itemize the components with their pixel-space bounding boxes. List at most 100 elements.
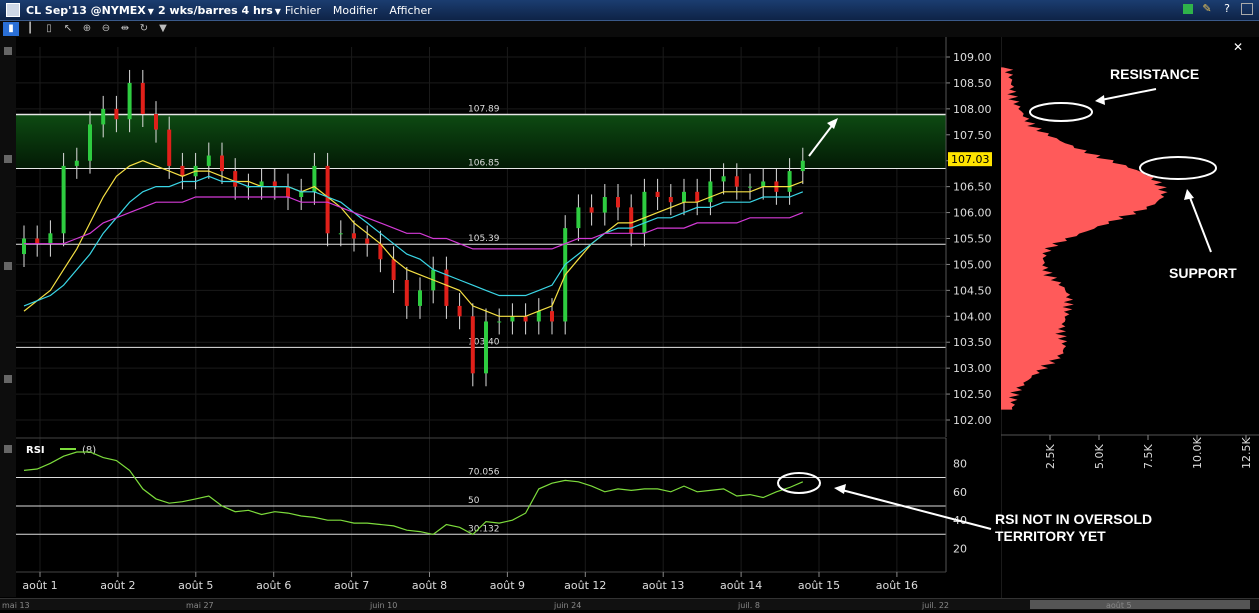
candle-body: [140, 82, 145, 115]
candle-body: [286, 186, 290, 198]
zoom-out-icon[interactable]: ⊖: [98, 22, 114, 36]
app-icon[interactable]: [6, 3, 20, 17]
candle-body: [272, 181, 277, 187]
candle-body: [550, 311, 554, 322]
current-price-tag: 107.03: [948, 152, 992, 167]
date-label: août 2: [100, 579, 135, 592]
price-tick-label: 106.50: [953, 181, 992, 194]
candle-body: [748, 186, 752, 188]
chevron-down-icon: ▼: [274, 6, 281, 16]
candle-body: [470, 316, 475, 374]
candle-body: [154, 114, 158, 130]
chart-type-icon[interactable]: ▮: [3, 22, 19, 36]
candle-body: [616, 197, 620, 208]
overview-bar[interactable]: mai 13 mai 27 juin 10 juin 24 juil. 8 juil. 2…: [0, 598, 1259, 610]
rsi-tick-label: 20: [953, 543, 967, 556]
candle-body: [655, 191, 660, 198]
price-tick-label: 104.00: [953, 310, 992, 323]
refresh-icon[interactable]: ↻: [136, 22, 152, 36]
main-chart[interactable]: 107.89 106.85 105.39 103.40 109.00108.50…: [16, 37, 1000, 598]
split-handle-icon[interactable]: [4, 262, 12, 270]
menu-item-modifier[interactable]: Modifier: [333, 4, 377, 17]
candle-body: [602, 197, 607, 213]
candle-body: [338, 233, 343, 235]
candle-body: [800, 160, 805, 172]
candle-body: [365, 238, 370, 244]
candle-body: [180, 165, 185, 177]
chevron-down-icon: ▼: [147, 6, 154, 16]
profile-tick-label: 12.5K: [1240, 437, 1253, 469]
candle-body: [761, 181, 766, 187]
period-label: 2 wks/barres 4 hrs: [157, 3, 273, 17]
rsi-upper-label: 70.056: [468, 467, 500, 477]
price-tick-label: 102.50: [953, 388, 992, 401]
pin-icon[interactable]: ✎: [1201, 2, 1213, 16]
scroll-up-icon[interactable]: [4, 47, 12, 55]
candle-body: [708, 181, 713, 203]
date-label: août 9: [490, 579, 525, 592]
candle-body: [167, 129, 172, 166]
pan-icon[interactable]: ⇹: [117, 22, 133, 36]
more-icon[interactable]: ▼: [155, 22, 171, 36]
help-icon[interactable]: ?: [1221, 2, 1233, 16]
price-tick-label: 109.00: [953, 51, 992, 64]
candle-body: [668, 197, 673, 203]
rsi-note-line2: TERRITORY YET: [995, 528, 1106, 544]
date-label: août 7: [334, 579, 369, 592]
price-tick-label: 106.00: [953, 207, 992, 220]
candle-body: [404, 279, 409, 306]
date-label: août 5: [178, 579, 213, 592]
symbol-label: CL Sep'13 @NYMEX: [26, 3, 146, 17]
candle-body: [418, 290, 422, 306]
minimize-icon[interactable]: [1241, 3, 1253, 15]
profile-tick-label: 10.0K: [1191, 437, 1204, 469]
rsi-tick-label: 80: [953, 457, 967, 470]
price-tag-label: 107.03: [951, 153, 990, 166]
zoom-in-icon[interactable]: ⊕: [79, 22, 95, 36]
cube-icon[interactable]: [1183, 4, 1193, 14]
rsi-note-line1: RSI NOT IN OVERSOLD: [995, 511, 1153, 527]
period-selector[interactable]: 2 wks/barres 4 hrs ▼: [158, 4, 281, 17]
profile-tick-label: 2.5K: [1044, 444, 1057, 469]
price-tick-label: 103.00: [953, 362, 992, 375]
date-label: août 12: [564, 579, 606, 592]
candle-body: [721, 176, 726, 182]
bar-chart-icon[interactable]: ┃: [22, 22, 38, 36]
candle-body: [325, 165, 330, 234]
candle-body: [510, 316, 515, 322]
level-label: 107.89: [468, 105, 500, 115]
candle-body: [682, 191, 686, 203]
menu-bar: CL Sep'13 @NYMEX ▼ 2 wks/barres 4 hrs ▼ Fi…: [0, 0, 1259, 21]
cursor-icon[interactable]: ↖: [60, 22, 76, 36]
candle-body: [391, 259, 396, 280]
level-label: 105.39: [468, 234, 500, 244]
overview-window: [1030, 600, 1250, 609]
candle-body: [457, 305, 462, 317]
candle-body: [220, 155, 224, 172]
price-tick-label: 102.00: [953, 414, 992, 427]
candle-body: [787, 171, 792, 192]
candle-body: [127, 82, 132, 120]
candle-body: [74, 160, 79, 166]
price-tick-label: 108.50: [953, 77, 992, 90]
rsi-mid-label: 50: [468, 496, 480, 506]
candle-body: [484, 321, 488, 374]
scroll-down-icon[interactable]: [4, 375, 12, 383]
menu-item-fichier[interactable]: Fichier: [285, 4, 321, 17]
symbol-selector[interactable]: CL Sep'13 @NYMEX ▼: [26, 4, 154, 17]
candle-body: [114, 108, 119, 120]
candle-icon[interactable]: ▯: [41, 22, 57, 36]
price-tick-label: 105.00: [953, 258, 992, 271]
price-tick-label: 103.50: [953, 336, 992, 349]
close-icon[interactable]: ✕: [1233, 40, 1243, 54]
panel-minus-icon[interactable]: [4, 445, 12, 453]
candle-body: [589, 207, 594, 213]
rsi-title: RSI: [26, 445, 45, 456]
split-handle-icon[interactable]: [4, 155, 12, 163]
menu-item-afficher[interactable]: Afficher: [389, 4, 431, 17]
candle-body: [642, 191, 647, 234]
resistance-annotation: RESISTANCE: [1110, 66, 1200, 82]
price-tick-label: 107.50: [953, 129, 992, 142]
date-label: août 14: [720, 579, 762, 592]
date-label: août 6: [256, 579, 291, 592]
